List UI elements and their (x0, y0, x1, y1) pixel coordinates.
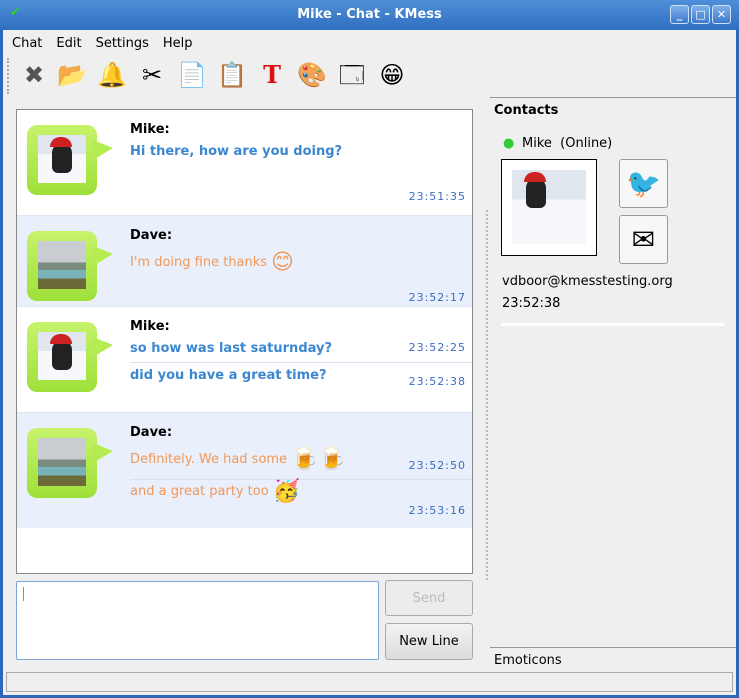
message-timestamp: 23:52:25 (408, 341, 466, 354)
contact-status: (Online) (560, 136, 613, 151)
maximize-button[interactable]: □ (691, 5, 710, 24)
message-timestamp: 23:52:50 (408, 459, 466, 472)
new-line-button[interactable]: New Line (385, 623, 473, 660)
emoticons-tab[interactable]: Emoticons (490, 647, 736, 671)
font-icon: T (263, 60, 281, 89)
copy-button[interactable]: 📄 (175, 58, 209, 92)
folder-button[interactable]: 📂 (55, 58, 89, 92)
message-text: so how was last saturnday? (130, 341, 332, 356)
paste-icon: 📋 (217, 61, 247, 89)
message-timestamp: 23:52:38 (408, 375, 466, 388)
scissors-icon: ✂ (141, 61, 163, 89)
window-new-button[interactable]: 🗔 (335, 58, 369, 92)
menu-settings[interactable]: Settings (96, 34, 149, 54)
send-button[interactable]: Send (385, 580, 473, 616)
copy-icon: 📄 (177, 61, 207, 89)
contact-email: vdboor@kmesstesting.org (502, 274, 673, 289)
close-button[interactable]: ✖ (17, 58, 51, 92)
message-line: Hi there, how are you doing? (130, 144, 343, 159)
chat-message: Mike: Hi there, how are you doing? 23:51:3… (17, 110, 472, 215)
message-text: I'm doing fine thanks 😊 (130, 250, 294, 275)
window-title: Mike - Chat - KMess (297, 7, 442, 22)
font-button[interactable]: T (255, 58, 289, 92)
chat-view[interactable]: Mike: Hi there, how are you doing? 23:51:3… (16, 109, 473, 574)
avatar-bubble (27, 428, 113, 498)
message-line: I'm doing fine thanks (130, 255, 268, 270)
chat-message: Dave: I'm doing fine thanks 😊 23:52:17 (17, 215, 472, 306)
emoticon-icon: 😁 (379, 61, 405, 89)
avatar (38, 332, 86, 380)
title-bar[interactable]: ✔ Mike - Chat - KMess _ □ ✕ (0, 0, 739, 30)
window-client: Chat Edit Settings Help ✖ 📂 🔔 ✂ 📄 📋 T 🎨 🗔 😁 Mike:… (3, 30, 736, 695)
contact-picture (501, 159, 597, 256)
message-line: Definitely. We had some (130, 452, 288, 467)
avatar-bubble (27, 125, 113, 195)
sender-name: Dave: (130, 425, 173, 440)
message-text: did you have a great time? (130, 368, 327, 383)
chat-message: Mike: so how was last saturnday? 23:52:25 d… (17, 306, 472, 412)
toolbar-grip[interactable] (7, 58, 11, 94)
contact-name: Mike (522, 136, 552, 151)
message-text: Hi there, how are you doing? (130, 144, 342, 159)
message-text: Definitely. We had some 🍺🍺 (130, 447, 346, 472)
menu-edit[interactable]: Edit (56, 34, 81, 54)
emoticon-icon: 😊 (271, 250, 294, 275)
message-timestamp: 23:52:17 (408, 291, 466, 304)
message-timestamp: 23:53:16 (408, 504, 466, 517)
avatar (38, 241, 86, 289)
emoticon-icon: 🍺🍺 (291, 447, 346, 472)
sender-name: Mike: (130, 319, 170, 334)
text-caret (23, 587, 24, 601)
message-separator (130, 362, 472, 363)
minimize-button[interactable]: _ (670, 5, 689, 24)
emoticon-button[interactable]: 😁 (375, 58, 409, 92)
avatar-bubble (27, 231, 113, 301)
divider (501, 323, 724, 326)
palette-button[interactable]: 🎨 (295, 58, 329, 92)
menu-chat[interactable]: Chat (12, 34, 42, 54)
contacts-tab[interactable]: Contacts (490, 97, 736, 121)
menu-bar: Chat Edit Settings Help (12, 34, 207, 54)
sender-name: Mike: (130, 122, 170, 137)
sender-name: Dave: (130, 228, 173, 243)
message-text: and a great party too 🥳 (130, 479, 300, 504)
avatar-bubble (27, 322, 113, 392)
emoticon-icon: 🥳 (272, 479, 301, 504)
palette-icon: 🎨 (297, 61, 327, 89)
menu-help[interactable]: Help (163, 34, 193, 54)
paste-button[interactable]: 📋 (215, 58, 249, 92)
contact-name-status: Mike (Online) (522, 136, 612, 151)
splitter-handle[interactable] (486, 210, 488, 580)
bell-icon: 🔔 (97, 61, 127, 89)
status-bar (6, 672, 733, 692)
avatar (38, 135, 86, 183)
close-window-button[interactable]: ✕ (712, 5, 731, 24)
bell-button[interactable]: 🔔 (95, 58, 129, 92)
scissors-button[interactable]: ✂ (135, 58, 169, 92)
message-input[interactable] (16, 581, 379, 660)
msn-profile-button[interactable]: 🐦 (619, 159, 668, 208)
avatar (38, 438, 86, 486)
contact-last-message-time: 23:52:38 (502, 296, 561, 311)
send-email-button[interactable]: ✉ (619, 215, 668, 264)
contact-picture-image (512, 170, 586, 244)
chat-message: Dave: Definitely. We had some 🍺🍺 23:52:50 an… (17, 412, 472, 528)
message-timestamp: 23:51:35 (408, 190, 466, 203)
message-line: and a great party too (130, 484, 269, 499)
message-line: did you have a great time? (130, 368, 327, 383)
folder-icon: 📂 (57, 61, 87, 89)
online-user-icon: ● (503, 136, 515, 151)
message-line: so how was last saturnday? (130, 341, 333, 356)
window-new-icon: 🗔 (338, 61, 366, 89)
close-icon: ✖ (23, 61, 45, 89)
